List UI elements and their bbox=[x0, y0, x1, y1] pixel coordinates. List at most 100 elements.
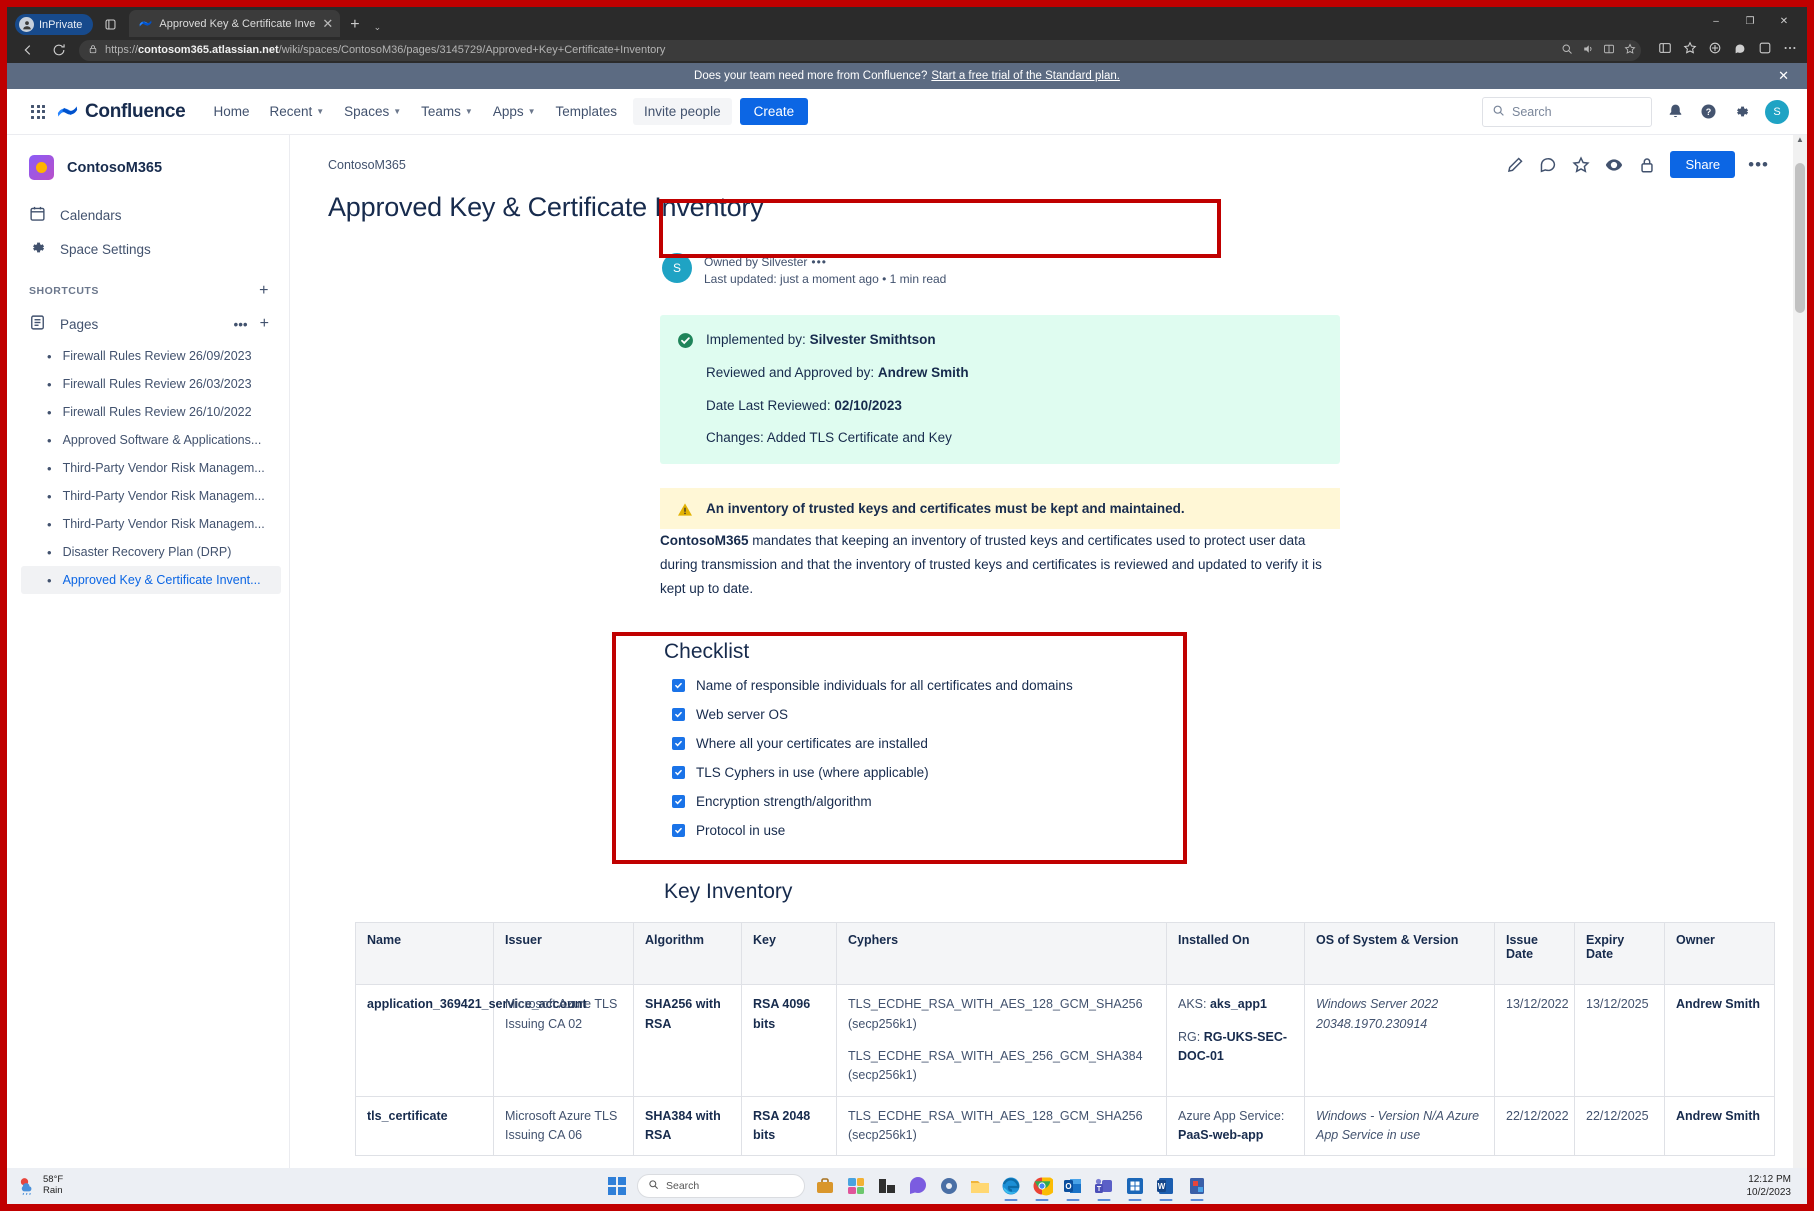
minimize-button[interactable]: – bbox=[1699, 16, 1733, 27]
checklist-item[interactable]: Encryption strength/algorithm bbox=[664, 794, 1340, 809]
split-screen-icon[interactable] bbox=[1603, 43, 1615, 58]
share-button[interactable]: Share bbox=[1670, 151, 1735, 178]
watch-eye-icon[interactable] bbox=[1604, 155, 1624, 175]
outlook-icon[interactable]: O bbox=[1062, 1175, 1084, 1197]
taskbar-search-input[interactable]: Search bbox=[637, 1174, 805, 1198]
checkbox-checked-icon[interactable] bbox=[672, 824, 685, 837]
microsoft-word-icon[interactable]: W bbox=[1155, 1175, 1177, 1197]
nav-item-apps[interactable]: Apps▼ bbox=[483, 98, 546, 125]
checkbox-checked-icon[interactable] bbox=[672, 737, 685, 750]
tab-actions-icon[interactable] bbox=[99, 14, 121, 35]
back-icon[interactable] bbox=[17, 39, 39, 61]
google-chrome-icon[interactable] bbox=[1031, 1175, 1053, 1197]
browser-essentials-icon[interactable] bbox=[1708, 41, 1722, 60]
byline-text: Owned by Silvester••• Last updated: just… bbox=[704, 253, 946, 289]
read-aloud-icon[interactable] bbox=[1582, 43, 1594, 58]
app-switcher-icon[interactable] bbox=[25, 99, 51, 125]
weather-widget[interactable]: 58°F Rain bbox=[17, 1175, 63, 1197]
checkbox-checked-icon[interactable] bbox=[672, 766, 685, 779]
settings-more-icon[interactable] bbox=[1783, 41, 1797, 60]
file-explorer-dark-icon[interactable] bbox=[876, 1175, 898, 1197]
file-explorer-icon[interactable] bbox=[969, 1175, 991, 1197]
nav-item-home[interactable]: Home bbox=[203, 98, 259, 125]
collections-icon[interactable] bbox=[1658, 41, 1672, 60]
browser-tab[interactable]: Approved Key & Certificate Inve ✕ bbox=[129, 10, 340, 37]
extensions-icon[interactable] bbox=[1758, 41, 1772, 60]
start-button-icon[interactable] bbox=[606, 1175, 628, 1197]
breadcrumb[interactable]: ContosoM365 bbox=[328, 158, 406, 172]
page-tree-item[interactable]: •Approved Software & Applications... bbox=[7, 426, 289, 454]
nav-item-templates[interactable]: Templates bbox=[546, 98, 628, 125]
page-tree-item[interactable]: •Firewall Rules Review 26/09/2023 bbox=[7, 342, 289, 370]
pages-more-button[interactable]: ••• bbox=[233, 317, 247, 332]
scrollbar-thumb[interactable] bbox=[1795, 163, 1805, 313]
space-header[interactable]: ContosoM365 bbox=[7, 149, 289, 198]
chevron-down-icon[interactable]: ⌄ bbox=[370, 22, 386, 37]
page-more-button[interactable]: ••• bbox=[1748, 155, 1769, 175]
favorites-icon[interactable] bbox=[1683, 41, 1697, 60]
microsoft-store-icon[interactable] bbox=[1124, 1175, 1146, 1197]
taskbar-clock[interactable]: 12:12 PM 10/2/2023 bbox=[1747, 1173, 1798, 1200]
page-tree-item[interactable]: •Third-Party Vendor Risk Managem... bbox=[7, 482, 289, 510]
checklist-item[interactable]: Protocol in use bbox=[664, 823, 1340, 838]
checkbox-checked-icon[interactable] bbox=[672, 708, 685, 721]
restrictions-lock-icon[interactable] bbox=[1637, 155, 1657, 175]
comment-icon[interactable] bbox=[1538, 155, 1558, 175]
promo-trial-link[interactable]: Start a free trial of the Standard plan. bbox=[931, 70, 1120, 82]
avatar[interactable]: S bbox=[662, 253, 692, 283]
sidebar-item-calendars[interactable]: Calendars bbox=[7, 198, 289, 232]
checkbox-checked-icon[interactable] bbox=[672, 679, 685, 692]
checklist-item[interactable]: TLS Cyphers in use (where applicable) bbox=[664, 765, 1340, 780]
create-button[interactable]: Create bbox=[740, 98, 809, 125]
sidebar-item-pages[interactable]: Pages ••• + bbox=[7, 306, 289, 342]
scroll-up-arrow[interactable]: ▲ bbox=[1793, 135, 1807, 151]
reload-icon[interactable] bbox=[48, 39, 70, 61]
search-input[interactable]: Search bbox=[1482, 97, 1652, 127]
task-view-briefcase-icon[interactable] bbox=[814, 1175, 836, 1197]
page-tree-item[interactable]: •Third-Party Vendor Risk Managem... bbox=[7, 510, 289, 538]
confluence-logo[interactable]: Confluence bbox=[57, 101, 185, 123]
close-icon[interactable]: ✕ bbox=[322, 17, 333, 30]
page-tree-item[interactable]: •Disaster Recovery Plan (DRP) bbox=[7, 538, 289, 566]
nav-item-spaces[interactable]: Spaces▼ bbox=[334, 98, 411, 125]
maximize-button[interactable]: ❐ bbox=[1733, 16, 1767, 27]
copilot-icon[interactable] bbox=[1733, 41, 1747, 60]
notifications-bell-icon[interactable] bbox=[1666, 102, 1685, 121]
checklist-item[interactable]: Web server OS bbox=[664, 707, 1340, 722]
chat-teams-icon[interactable] bbox=[907, 1175, 929, 1197]
favorite-star-icon[interactable] bbox=[1624, 43, 1636, 58]
edit-pencil-icon[interactable] bbox=[1505, 155, 1525, 175]
page-tree-item[interactable]: •Third-Party Vendor Risk Managem... bbox=[7, 454, 289, 482]
checklist-item[interactable]: Where all your certificates are installe… bbox=[664, 736, 1340, 751]
inprivate-badge[interactable]: InPrivate bbox=[15, 14, 93, 35]
settings-gear-icon[interactable] bbox=[938, 1175, 960, 1197]
checkbox-checked-icon[interactable] bbox=[672, 795, 685, 808]
promo-close-icon[interactable]: ✕ bbox=[1778, 68, 1789, 84]
add-shortcut-button[interactable]: + bbox=[259, 282, 269, 300]
invite-people-button[interactable]: Invite people bbox=[633, 98, 732, 125]
checklist-item[interactable]: Name of responsible individuals for all … bbox=[664, 678, 1340, 693]
cell-cyphers: TLS_ECDHE_RSA_WITH_AES_128_GCM_SHA256 (s… bbox=[837, 985, 1167, 1097]
address-bar[interactable]: https://contosom365.atlassian.net/wiki/s… bbox=[79, 40, 1641, 61]
add-page-button[interactable]: + bbox=[260, 315, 269, 333]
page-tree-item[interactable]: •Approved Key & Certificate Invent... bbox=[21, 566, 281, 594]
help-icon[interactable]: ? bbox=[1699, 102, 1718, 121]
page-tree-item[interactable]: •Firewall Rules Review 26/03/2023 bbox=[7, 370, 289, 398]
nav-item-recent[interactable]: Recent▼ bbox=[259, 98, 334, 125]
byline-more-icon[interactable]: ••• bbox=[811, 255, 827, 269]
new-tab-button[interactable]: + bbox=[344, 16, 365, 37]
sidebar-item-space-settings[interactable]: Space Settings bbox=[7, 232, 289, 266]
page-tree-item[interactable]: •Firewall Rules Review 26/10/2022 bbox=[7, 398, 289, 426]
gear-icon[interactable] bbox=[1732, 102, 1751, 121]
window-close-button[interactable]: ✕ bbox=[1767, 16, 1801, 27]
microsoft-visio-icon[interactable] bbox=[1186, 1175, 1208, 1197]
avatar[interactable]: S bbox=[1765, 100, 1789, 124]
star-icon[interactable] bbox=[1571, 155, 1591, 175]
page-scrollbar[interactable]: ▲ bbox=[1793, 135, 1807, 1168]
nav-item-teams[interactable]: Teams▼ bbox=[411, 98, 483, 125]
microsoft-teams-icon[interactable]: T bbox=[1093, 1175, 1115, 1197]
clock-time: 12:12 PM bbox=[1747, 1173, 1792, 1187]
zoom-icon[interactable] bbox=[1561, 43, 1573, 58]
widgets-icon[interactable] bbox=[845, 1175, 867, 1197]
microsoft-edge-icon[interactable] bbox=[1000, 1175, 1022, 1197]
